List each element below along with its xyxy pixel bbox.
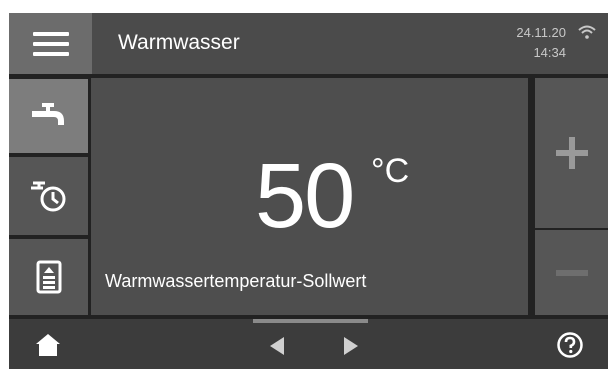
decrease-button[interactable] <box>535 230 608 315</box>
help-icon[interactable] <box>557 332 583 358</box>
document-icon <box>36 260 61 294</box>
nav-hot-water[interactable] <box>9 79 88 153</box>
controller-screen: Warmwasser 24.11.20 14:34 50 °C Warmwass… <box>9 13 608 369</box>
increase-button[interactable] <box>535 78 608 228</box>
nav-document[interactable] <box>9 239 88 315</box>
page-title: Warmwasser <box>118 31 240 54</box>
header-time: 14:34 <box>533 45 566 60</box>
tap-icon <box>31 103 64 125</box>
wifi-icon <box>578 25 596 39</box>
hamburger-icon <box>32 31 69 56</box>
minus-icon <box>555 269 588 276</box>
bottom-bar <box>9 319 608 369</box>
page-indicator <box>253 319 368 323</box>
setpoint-label: Warmwassertemperatur-Sollwert <box>105 271 367 291</box>
header-bar: Warmwasser 24.11.20 14:34 <box>92 13 608 74</box>
timer-tap-icon <box>30 181 65 212</box>
chevron-right-icon[interactable] <box>343 336 359 356</box>
temperature-unit: °C <box>371 152 410 190</box>
menu-button[interactable] <box>9 13 92 74</box>
chevron-left-icon[interactable] <box>269 336 285 356</box>
temperature-value: 50 <box>255 145 355 247</box>
setpoint-panel: 50 °C Warmwassertemperatur-Sollwert <box>91 78 528 315</box>
plus-icon <box>555 137 588 169</box>
header-date: 24.11.20 <box>516 25 566 40</box>
home-icon[interactable] <box>35 333 61 357</box>
nav-hot-water-schedule[interactable] <box>9 157 88 235</box>
